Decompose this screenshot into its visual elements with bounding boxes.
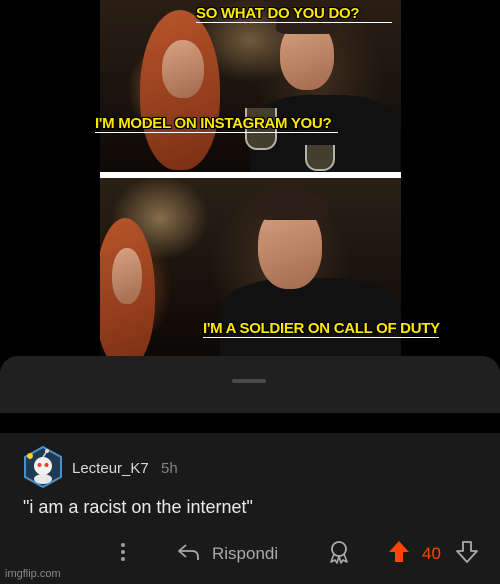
comment-text: "i am a racist on the internet" [23, 497, 253, 517]
comment-actions: Rispondi 40 [0, 535, 500, 571]
caption-top: SO WHAT DO YOU DO? [196, 5, 360, 22]
man-hair [254, 190, 328, 220]
vote-count: 40 [422, 544, 441, 563]
tumbler-glass [305, 145, 335, 171]
drag-handle[interactable] [232, 379, 266, 383]
caption-underline [95, 132, 338, 133]
comment-time: 5h [161, 460, 178, 477]
meme-image [100, 0, 401, 356]
caption-underline [203, 337, 439, 338]
downvote-icon[interactable] [455, 539, 479, 565]
reply-icon[interactable] [177, 542, 201, 562]
woman-face [162, 40, 204, 98]
meme-panel-top [100, 0, 401, 172]
sheet-header [0, 356, 500, 413]
sheet-divider [0, 413, 500, 433]
man-shirt [220, 278, 401, 356]
caption-underline [196, 22, 392, 23]
bottom-sheet: Lecteur_K7 5h "i am a racist on the inte… [0, 356, 500, 584]
caption-middle: I'M MODEL ON INSTAGRAM YOU? [95, 115, 332, 132]
comment-username[interactable]: Lecteur_K7 [72, 460, 149, 477]
award-icon[interactable] [327, 539, 351, 565]
watermark: imgflip.com [5, 568, 61, 580]
woman-face [112, 248, 142, 304]
avatar[interactable] [22, 445, 64, 489]
comment: Lecteur_K7 5h "i am a racist on the inte… [0, 433, 500, 584]
caption-bottom: I'M A SOLDIER ON CALL OF DUTY [203, 320, 440, 337]
reply-button[interactable]: Rispondi [212, 544, 278, 564]
upvote-icon[interactable] [387, 539, 411, 565]
more-icon[interactable] [119, 535, 127, 569]
